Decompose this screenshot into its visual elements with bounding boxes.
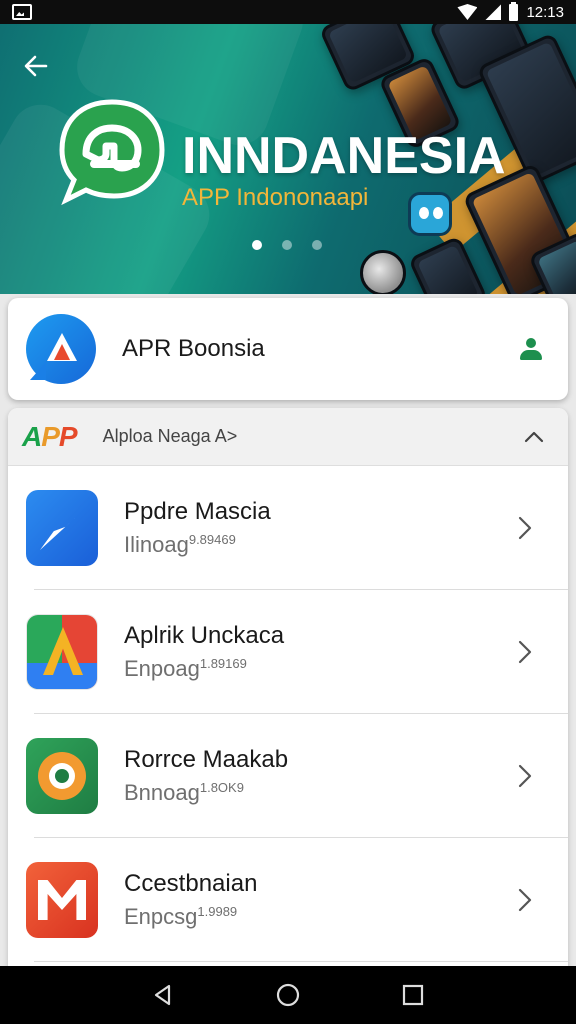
signal-icon [485, 4, 502, 20]
wifi-icon [457, 4, 478, 20]
phone-mockup [407, 235, 489, 294]
list-item[interactable]: Aplrik Unckaca Enpoag1.89169 [8, 590, 568, 714]
app-list-card: APP Alploa Neaga A> Ppdre Mascia Ilinoag… [8, 408, 568, 968]
status-icons: 12:13 [457, 1, 564, 21]
list-item[interactable]: Ccestbnaian Enpcsg1.9989 [8, 838, 568, 962]
chevron-right-icon[interactable] [514, 639, 536, 665]
triangle-logo-icon [26, 614, 98, 690]
status-bar: 12:13 [0, 0, 576, 24]
hero-title: INNDANESIA [182, 127, 506, 185]
item-subtitle: Enpoag1.89169 [124, 656, 247, 681]
gallery-icon [12, 4, 32, 20]
chevron-right-icon[interactable] [514, 515, 536, 541]
carousel-dot[interactable] [252, 240, 262, 250]
profile-card[interactable]: APR Boonsia [8, 298, 568, 400]
back-icon[interactable] [149, 981, 177, 1009]
chat-bubble-logo-icon [59, 99, 165, 206]
recents-icon[interactable] [399, 981, 427, 1009]
home-icon[interactable] [274, 981, 302, 1009]
carousel-indicator [252, 240, 322, 250]
screen: 12:13 INNDANESIA APP Indononaapi APR Boo… [0, 0, 576, 1024]
back-arrow-icon[interactable] [22, 52, 50, 80]
navigation-bar [0, 966, 576, 1024]
person-icon[interactable] [518, 336, 544, 362]
section-header[interactable]: APP Alploa Neaga A> [8, 408, 568, 466]
item-subtitle: Ilinoag9.89469 [124, 532, 236, 557]
item-title: Ppdre Mascia [124, 498, 271, 525]
section-title: Alploa Neaga A> [102, 426, 238, 446]
divider [34, 961, 568, 962]
battery-icon [509, 1, 519, 21]
chevron-right-icon[interactable] [514, 763, 536, 789]
carousel-dot[interactable] [312, 240, 322, 250]
paper-plane-icon [26, 490, 98, 566]
item-title: Aplrik Unckaca [124, 622, 285, 649]
item-title: Rorrce Maakab [124, 746, 289, 773]
item-subtitle: Enpcsg1.9989 [124, 904, 238, 929]
hero-subtitle: APP Indononaapi [182, 184, 369, 211]
item-subtitle: Bnnoag1.8OK9 [124, 780, 244, 805]
chevron-right-icon[interactable] [514, 887, 536, 913]
moon-icon [360, 250, 406, 294]
mascot-icon [408, 192, 452, 236]
list-item[interactable]: Ppdre Mascia Ilinoag9.89469 [8, 466, 568, 590]
chevron-up-icon[interactable] [524, 427, 544, 447]
status-time: 12:13 [526, 3, 564, 21]
gear-icon [26, 738, 98, 814]
profile-name: APR Boonsia [122, 335, 265, 362]
carousel-dot[interactable] [282, 240, 292, 250]
section-logo: APP [22, 420, 78, 452]
list-item[interactable]: Rorrce Maakab Bnnoag1.8OK9 [8, 714, 568, 838]
m-logo-icon [26, 862, 98, 938]
app-logo-icon [26, 314, 96, 384]
hero-banner[interactable]: INNDANESIA APP Indononaapi [0, 24, 576, 294]
item-title: Ccestbnaian [124, 870, 258, 897]
